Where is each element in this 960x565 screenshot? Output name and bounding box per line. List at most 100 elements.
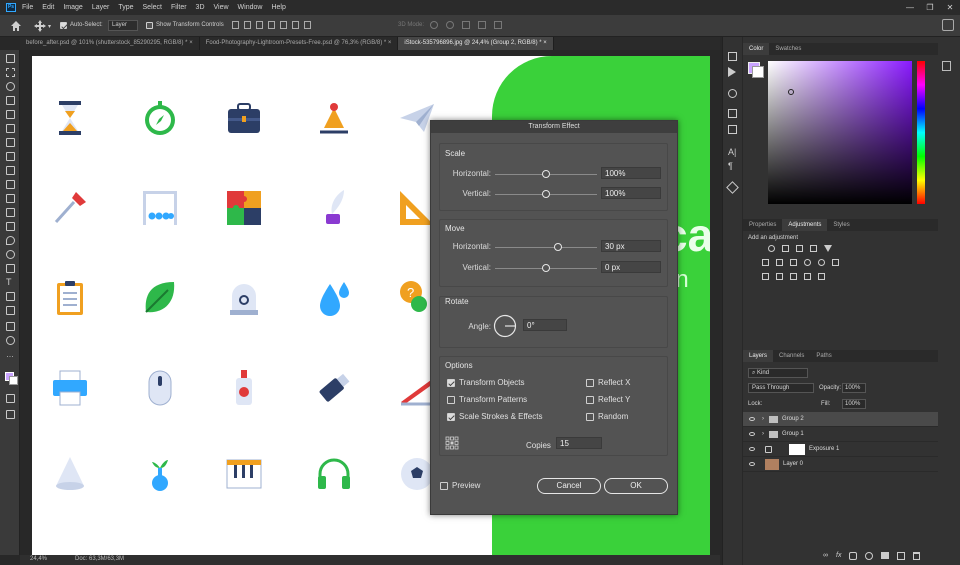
layer-name[interactable]: Group 1 (782, 427, 804, 442)
type-tool-icon[interactable]: T (6, 278, 15, 287)
adjustment-icon[interactable] (865, 552, 874, 560)
opacity-input[interactable]: 100% (842, 383, 866, 393)
transform-controls-checkbox[interactable] (146, 22, 153, 29)
move-tool-icon[interactable] (34, 20, 46, 32)
zoom-tool-icon[interactable] (6, 336, 15, 345)
brush-tool-icon[interactable] (6, 166, 15, 175)
reference-point-icon[interactable] (445, 436, 459, 450)
eye-icon[interactable] (749, 417, 755, 421)
panel-menu-icon[interactable] (942, 61, 951, 71)
hue-saturation-icon[interactable] (762, 259, 769, 266)
minimize-button[interactable]: — (900, 0, 920, 15)
move-horizontal-slider[interactable] (495, 247, 597, 248)
selective-color-icon[interactable] (804, 273, 811, 280)
hand-tool-icon[interactable] (6, 322, 15, 331)
cancel-button[interactable]: Cancel (537, 478, 601, 494)
frame-tool-icon[interactable] (6, 124, 15, 133)
transform-objects-checkbox[interactable] (447, 379, 455, 387)
random-checkbox[interactable] (586, 413, 594, 421)
align-right-icon[interactable] (256, 21, 263, 29)
tab-channels[interactable]: Channels (773, 350, 810, 362)
magic-wand-icon[interactable] (6, 96, 15, 105)
marquee-tool-icon[interactable] (6, 68, 15, 77)
eyedropper-icon[interactable] (6, 138, 15, 147)
tab-adjustments[interactable]: Adjustments (782, 219, 828, 231)
gradient-tool-icon[interactable] (6, 222, 15, 231)
close-button[interactable]: ✕ (940, 0, 960, 15)
color-balance-icon[interactable] (776, 259, 783, 266)
blur-tool-icon[interactable] (6, 236, 15, 245)
path-selection-icon[interactable] (6, 292, 15, 301)
menu-help[interactable]: Help (271, 4, 285, 11)
tab-color[interactable]: Color (743, 43, 770, 55)
layer-mask-thumbnail[interactable] (789, 444, 805, 455)
scale-vertical-input[interactable]: 100% (601, 187, 661, 199)
zoom-level[interactable]: 24,4% (30, 556, 47, 562)
move-vertical-slider-knob[interactable] (542, 264, 550, 272)
align-bottom-icon[interactable] (292, 21, 299, 29)
layer-row[interactable]: Exposure 1 (743, 442, 938, 457)
layer-thumbnail[interactable] (765, 459, 779, 470)
character-panel-icon[interactable]: A| (728, 147, 736, 157)
vibrance-icon[interactable] (824, 245, 832, 252)
reflect-x-checkbox[interactable] (586, 379, 594, 387)
eye-icon[interactable] (749, 447, 755, 451)
tab-istock[interactable]: iStock-535796896.jpg @ 24,4% (Group 2, R… (398, 37, 554, 50)
tab-before-after[interactable]: before_after.psd @ 101% (shutterstock_85… (20, 37, 200, 50)
mask-icon[interactable] (849, 552, 858, 560)
3d-pan-icon[interactable] (462, 21, 470, 29)
3d-panel-icon[interactable] (726, 181, 739, 194)
tab-paths[interactable]: Paths (810, 350, 837, 362)
close-icon[interactable]: × (189, 40, 193, 46)
tab-food-photography[interactable]: Food-Photography-Lightroom-Presets-Free.… (200, 37, 399, 50)
transform-patterns-checkbox[interactable] (447, 396, 455, 404)
rectangle-tool-icon[interactable] (6, 306, 15, 315)
background-color-swatch[interactable] (752, 66, 764, 78)
chevron-right-icon[interactable]: › (762, 412, 764, 427)
layer-name[interactable]: Group 2 (782, 412, 804, 427)
menu-layer[interactable]: Layer (92, 4, 110, 11)
3d-rotate-icon[interactable] (430, 21, 438, 29)
scale-strokes-checkbox[interactable] (447, 413, 455, 421)
history-panel-icon[interactable] (728, 52, 737, 61)
layer-name[interactable]: Exposure 1 (809, 442, 839, 457)
close-icon[interactable]: × (543, 40, 547, 46)
angle-input[interactable]: 0° (523, 319, 567, 331)
menu-edit[interactable]: Edit (42, 4, 54, 11)
healing-brush-icon[interactable] (6, 152, 15, 161)
color-picker-cursor[interactable] (788, 89, 794, 95)
align-left-icon[interactable] (232, 21, 239, 29)
close-icon[interactable]: × (388, 40, 392, 46)
screen-mode-icon[interactable] (6, 410, 15, 419)
color-picker-field[interactable] (768, 61, 912, 204)
scale-vertical-slider-knob[interactable] (542, 190, 550, 198)
fill-input[interactable]: 100% (842, 399, 866, 409)
chevron-down-icon[interactable]: ▾ (48, 23, 51, 30)
layer-filter-dropdown[interactable]: ⌕ Kind (748, 368, 808, 378)
dodge-tool-icon[interactable] (6, 250, 15, 259)
copies-input[interactable]: 15 (556, 437, 602, 449)
align-middle-icon[interactable] (280, 21, 287, 29)
eye-icon[interactable] (749, 462, 755, 466)
tab-properties[interactable]: Properties (743, 219, 782, 231)
move-tool-icon[interactable] (6, 54, 15, 63)
home-icon[interactable] (10, 20, 22, 32)
preview-checkbox[interactable] (440, 482, 448, 490)
brightness-icon[interactable] (768, 245, 775, 252)
folder-icon[interactable] (881, 552, 890, 559)
menu-filter[interactable]: Filter (171, 4, 187, 11)
move-vertical-input[interactable]: 0 px (601, 261, 661, 273)
actions-panel-icon[interactable] (728, 67, 736, 77)
black-white-icon[interactable] (790, 259, 797, 266)
new-layer-icon[interactable] (897, 552, 906, 560)
chevron-right-icon[interactable]: › (762, 427, 764, 442)
layer-row[interactable]: › Group 2 (743, 412, 938, 427)
menu-select[interactable]: Select (143, 4, 162, 11)
blend-mode-dropdown[interactable]: Pass Through (748, 383, 814, 393)
eraser-tool-icon[interactable] (6, 208, 15, 217)
history-brush-icon[interactable] (6, 194, 15, 203)
search-icon[interactable] (942, 19, 954, 31)
threshold-icon[interactable] (790, 273, 797, 280)
3d-roll-icon[interactable] (446, 21, 454, 29)
more-tools-icon[interactable]: … (6, 350, 15, 359)
